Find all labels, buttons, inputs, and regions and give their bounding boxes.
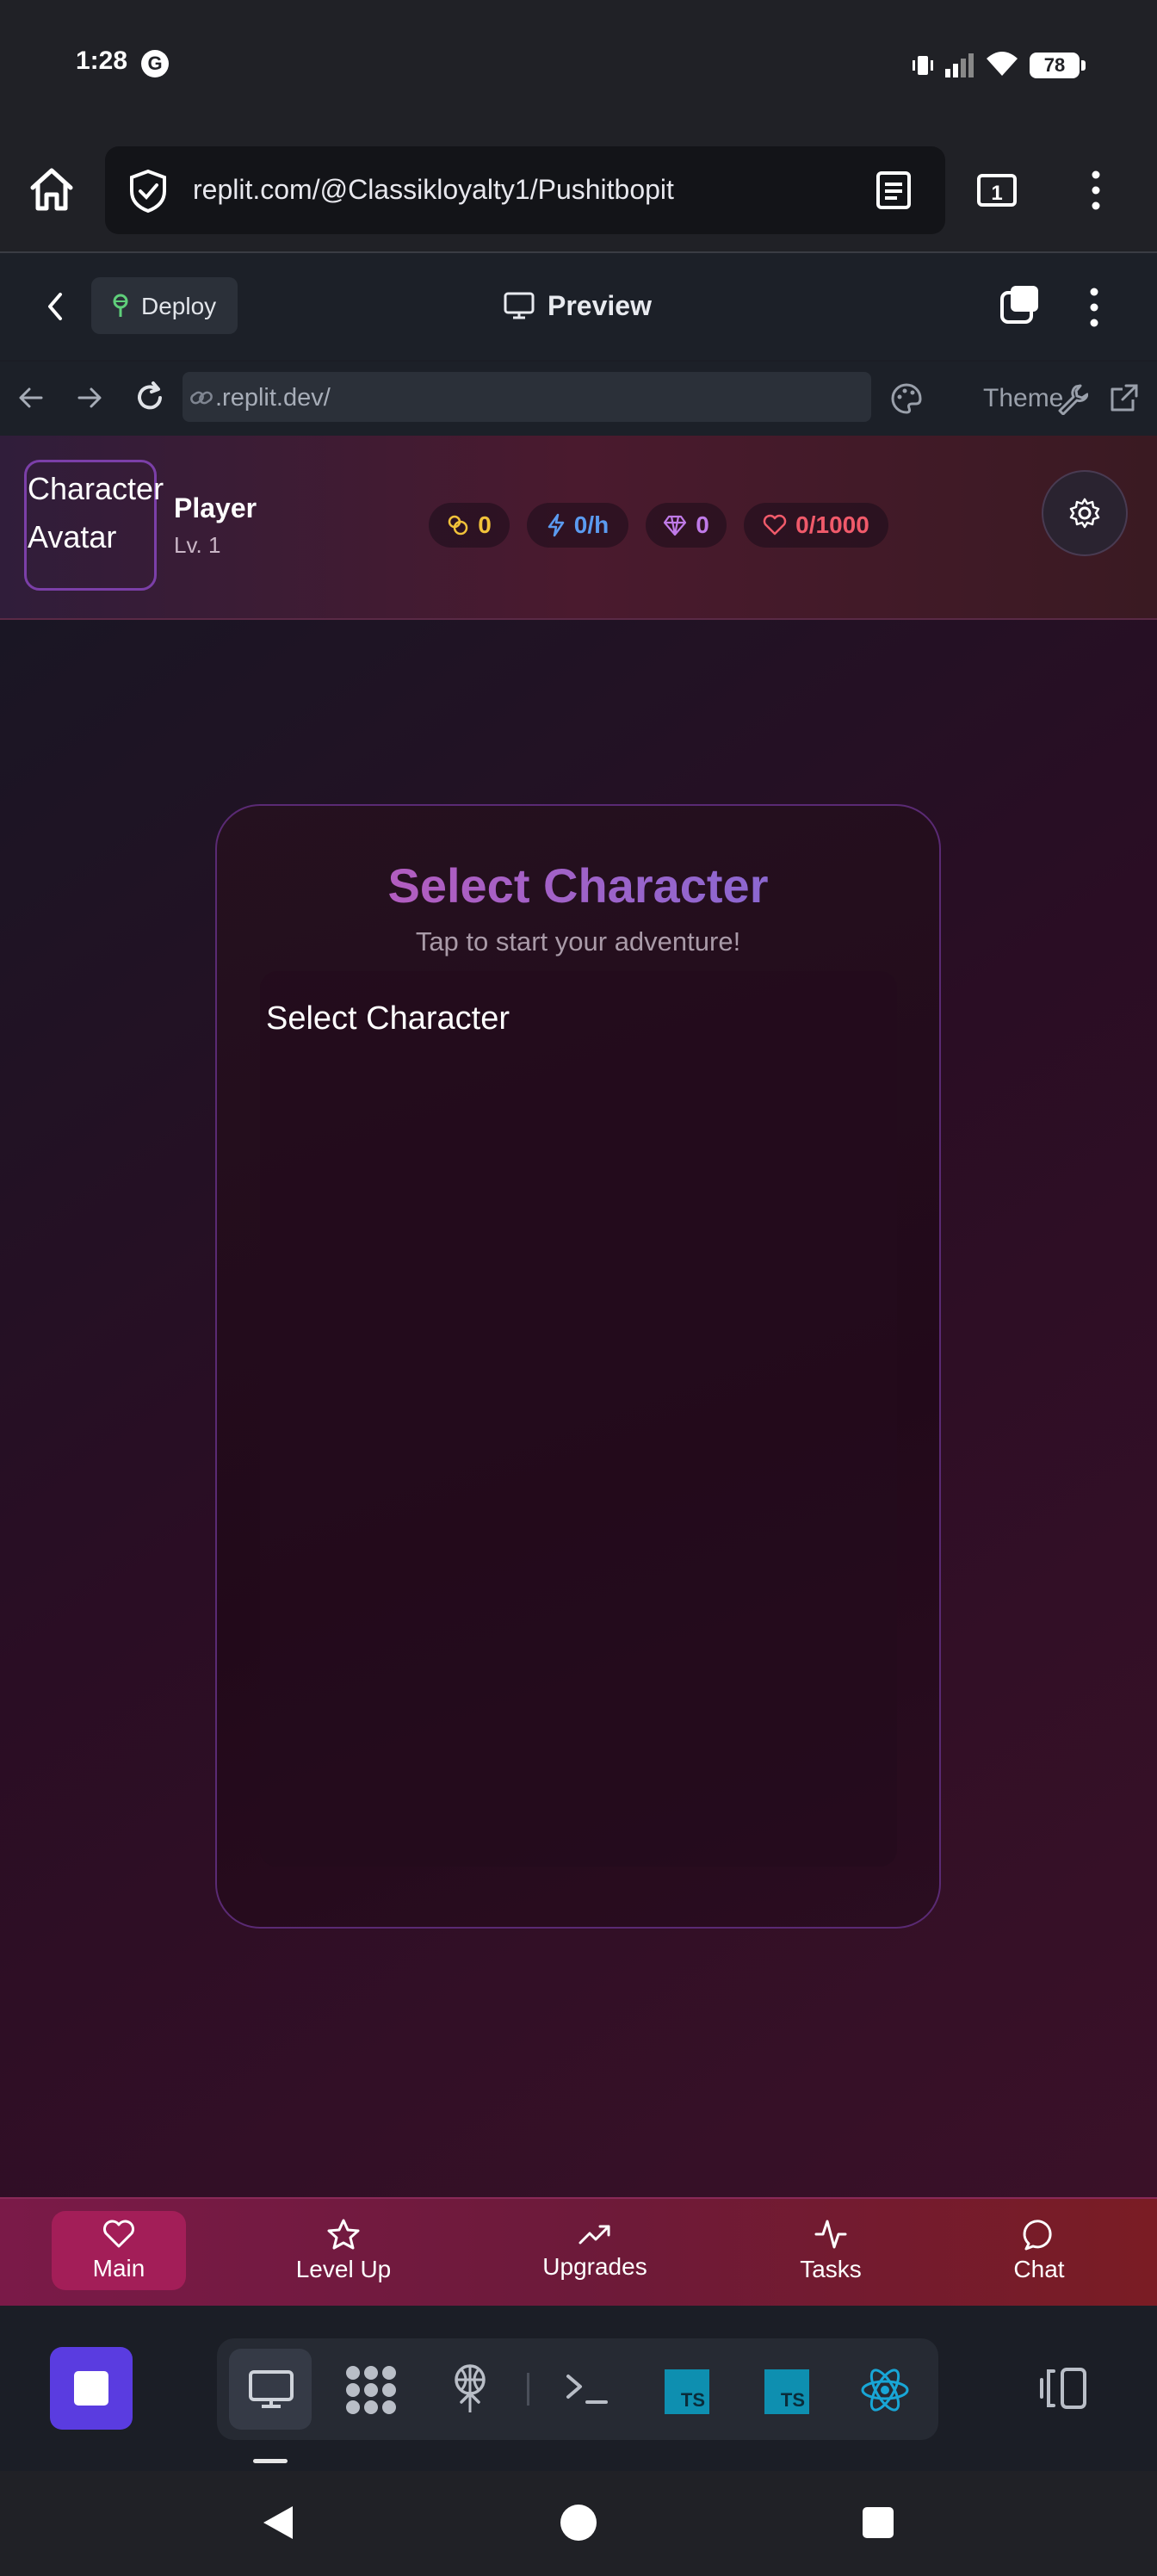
gear-icon bbox=[1067, 496, 1102, 530]
more-vertical-icon[interactable] bbox=[1092, 170, 1100, 210]
system-back-icon[interactable] bbox=[260, 2504, 296, 2542]
typescript-file-icon[interactable]: TS bbox=[665, 2369, 709, 2414]
shield-check-icon[interactable] bbox=[127, 169, 169, 214]
vibrate-icon bbox=[911, 53, 935, 77]
activity-icon bbox=[814, 2218, 848, 2251]
gems-stat: 0 bbox=[646, 503, 727, 548]
monitor-icon bbox=[248, 2369, 294, 2409]
energy-rate-stat: 0/h bbox=[527, 503, 628, 548]
system-home-icon[interactable] bbox=[560, 2504, 597, 2542]
heart-icon bbox=[763, 514, 787, 536]
link-icon bbox=[189, 387, 213, 408]
character-image-alt-text: Select Character bbox=[266, 1000, 510, 1037]
coins-stat: 0 bbox=[429, 503, 510, 548]
packages-icon[interactable] bbox=[344, 2364, 398, 2416]
preview-address-text[interactable]: .replit.dev/ bbox=[215, 384, 331, 412]
nav-chat[interactable]: Chat bbox=[966, 2211, 1112, 2290]
status-time: 1:28 bbox=[76, 46, 128, 75]
active-tab-indicator bbox=[253, 2459, 288, 2463]
deploy-label: Deploy bbox=[141, 293, 217, 319]
typescript-file-icon-2[interactable]: TS bbox=[764, 2369, 809, 2414]
wrench-icon[interactable] bbox=[1055, 382, 1088, 415]
gem-icon bbox=[663, 514, 687, 536]
player-name: Player bbox=[174, 492, 257, 523]
tab-switcher-button[interactable]: 1 bbox=[977, 174, 1017, 207]
system-recents-icon[interactable] bbox=[861, 2505, 895, 2540]
health-stat: 0/1000 bbox=[744, 503, 888, 548]
palette-icon[interactable] bbox=[890, 382, 923, 415]
monitor-icon bbox=[503, 291, 535, 320]
nav-back-arrow-icon[interactable] bbox=[17, 386, 45, 410]
more-options-icon[interactable] bbox=[1090, 288, 1098, 327]
nav-tasks-label: Tasks bbox=[800, 2256, 862, 2282]
heart-icon bbox=[102, 2219, 136, 2250]
nav-level-up[interactable]: Level Up bbox=[270, 2211, 417, 2290]
deploy-icon bbox=[108, 293, 133, 319]
lightning-icon bbox=[547, 513, 566, 537]
url-text[interactable]: replit.com/@Classikloyalty1/Pushitbopit bbox=[193, 174, 674, 206]
toolbar-divider bbox=[527, 2373, 529, 2406]
card-title: Select Character bbox=[215, 858, 941, 913]
nav-main-label: Main bbox=[92, 2255, 145, 2282]
back-chevron-icon[interactable] bbox=[45, 291, 65, 322]
wifi-icon bbox=[985, 50, 1019, 77]
nav-tasks[interactable]: Tasks bbox=[758, 2211, 904, 2290]
reload-icon[interactable] bbox=[133, 381, 167, 415]
status-bar bbox=[0, 0, 1157, 136]
nav-main[interactable]: Main bbox=[52, 2211, 186, 2290]
deployments-icon[interactable] bbox=[446, 2362, 494, 2414]
chat-bubble-icon bbox=[1022, 2218, 1056, 2251]
battery-indicator: 78 bbox=[1030, 53, 1086, 78]
card-subtitle: Tap to start your adventure! bbox=[415, 926, 741, 957]
trending-up-icon bbox=[578, 2220, 612, 2248]
open-external-icon[interactable] bbox=[1109, 382, 1140, 413]
nav-forward-arrow-icon[interactable] bbox=[76, 386, 103, 410]
nav-upgrades-label: Upgrades bbox=[542, 2253, 647, 2280]
stop-button[interactable] bbox=[50, 2347, 133, 2430]
coins-icon bbox=[447, 514, 469, 536]
shell-icon[interactable] bbox=[565, 2371, 609, 2407]
theme-button[interactable]: Theme bbox=[983, 384, 1063, 413]
reader-mode-icon[interactable] bbox=[875, 170, 913, 210]
avatar-alt-text: Character Avatar bbox=[28, 471, 164, 554]
gems-value: 0 bbox=[696, 511, 709, 538]
preview-title: Preview bbox=[548, 290, 652, 321]
signal-icon bbox=[944, 52, 976, 77]
health-value: 0/1000 bbox=[795, 511, 869, 538]
energy-rate-value: 0/h bbox=[573, 511, 609, 538]
nav-level-up-label: Level Up bbox=[295, 2256, 392, 2282]
carrier-badge: G bbox=[141, 50, 169, 77]
star-icon bbox=[326, 2218, 361, 2251]
nav-chat-label: Chat bbox=[1013, 2256, 1065, 2282]
split-pane-icon[interactable] bbox=[1038, 2366, 1090, 2411]
nav-upgrades[interactable]: Upgrades bbox=[522, 2211, 668, 2290]
player-level: Lv. 1 bbox=[174, 532, 221, 558]
coins-value: 0 bbox=[478, 511, 492, 538]
react-icon[interactable] bbox=[859, 2364, 911, 2416]
tabs-overview-icon[interactable] bbox=[999, 284, 1042, 327]
character-image-area[interactable] bbox=[260, 971, 897, 1867]
home-icon[interactable] bbox=[28, 165, 76, 214]
